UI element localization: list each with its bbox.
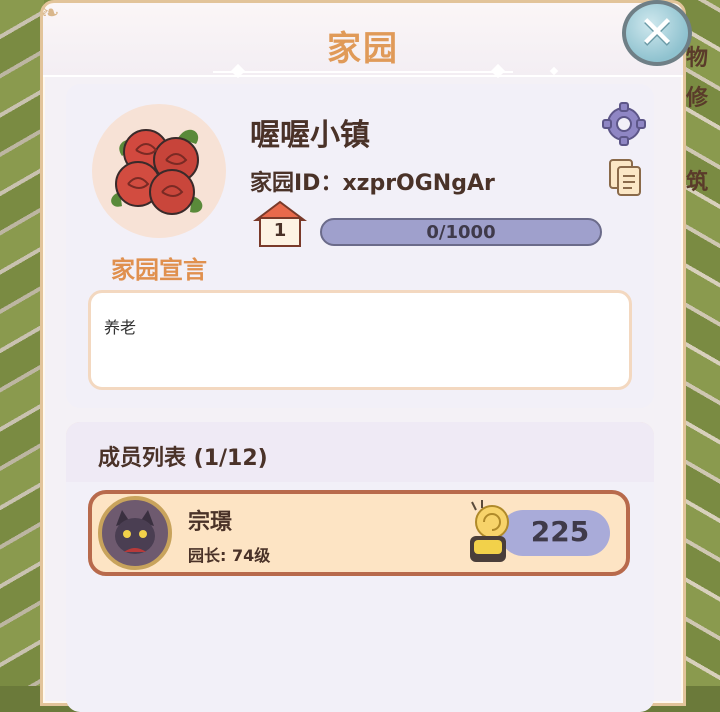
rose-avatar-icon [111,129,203,215]
member-score: 225 [530,515,590,548]
title-divider [213,71,513,73]
member-name: 宗璟 [188,510,233,535]
snail-icon [470,500,509,562]
side-label-2: 修 [685,86,708,111]
gear-icon[interactable] [602,102,646,146]
manifesto-label: 家园宣言 [111,256,207,284]
member-role: 园长: 74级 [188,546,271,565]
member-list-title: 成员列表 (1/12) [98,446,268,471]
panel-title: 家园 [327,29,399,69]
home-avatar[interactable] [92,104,226,238]
home-id: 家园ID：xzprOGNgAr [250,171,495,196]
close-icon: ✕ [638,7,676,58]
side-label-3: 筑 [685,170,708,195]
member-avatar[interactable] [98,496,172,570]
manifesto-box[interactable] [88,290,632,390]
home-level: 1 [273,220,287,241]
copy-icon[interactable] [608,158,644,198]
manifesto-text: 养老 [104,318,137,337]
cat-avatar-icon [115,510,155,554]
progress-text: 0/1000 [426,222,496,243]
background-left-strip [0,0,44,686]
home-progress-bar: 0/1000 [320,218,602,246]
close-button[interactable]: ✕ [622,0,692,66]
home-name: 喔喔小镇 [250,118,370,153]
